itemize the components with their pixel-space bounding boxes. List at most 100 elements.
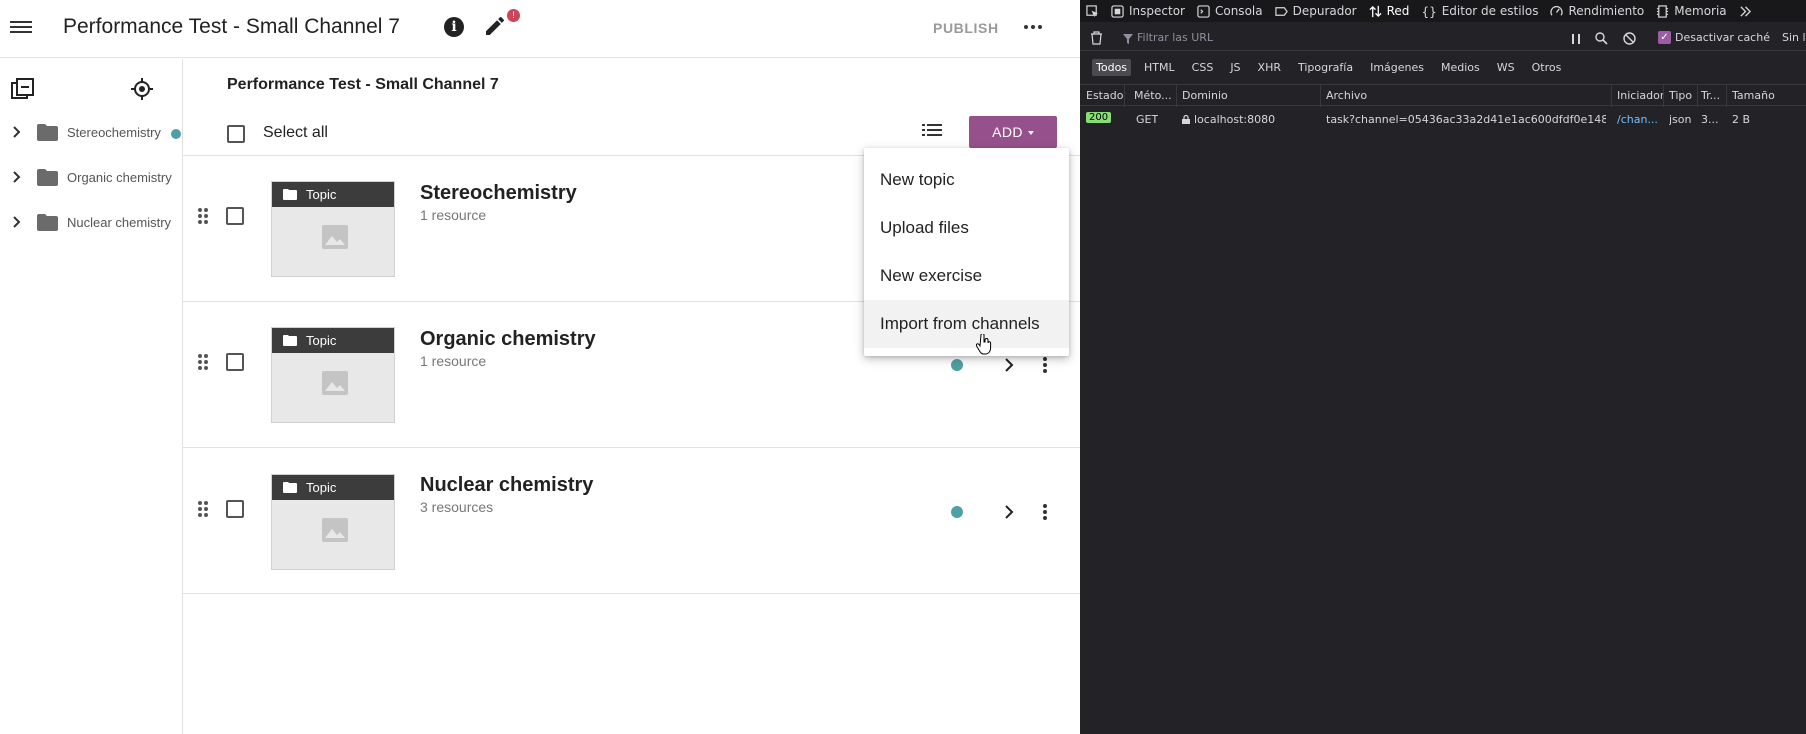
tabs-overflow-button[interactable]	[1733, 0, 1758, 22]
publish-button[interactable]: PUBLISH	[933, 20, 999, 36]
row-checkbox[interactable]	[226, 353, 244, 371]
type-filter-media[interactable]: Medios	[1437, 59, 1484, 76]
chevron-right-icon[interactable]	[11, 171, 23, 183]
col-initiator[interactable]: Iniciador	[1617, 89, 1664, 102]
image-placeholder-icon	[322, 225, 348, 249]
type-filter-all[interactable]: Todos	[1092, 58, 1132, 76]
col-domain[interactable]: Dominio	[1182, 89, 1228, 102]
request-size: 2 B	[1732, 113, 1751, 126]
picker-tab[interactable]	[1080, 0, 1105, 22]
col-type[interactable]: Tipo	[1669, 89, 1692, 102]
sidebar-item-label: Stereochemistry	[67, 125, 161, 140]
tab-memory[interactable]: Memoria	[1650, 0, 1732, 22]
row-more-icon[interactable]	[1043, 357, 1047, 373]
chevron-right-icon[interactable]	[1004, 505, 1014, 519]
edit-badge: !	[507, 9, 520, 22]
topic-thumbnail[interactable]: Topic	[271, 474, 395, 570]
chevron-right-icon[interactable]	[11, 126, 23, 138]
tab-inspector[interactable]: Inspector	[1105, 0, 1191, 22]
checkmark-icon: ✓	[1658, 31, 1671, 44]
locate-icon[interactable]	[130, 77, 154, 101]
request-row[interactable]: 200 GET localhost:8080 task?channel=0543…	[1080, 109, 1806, 129]
type-filter-js[interactable]: JS	[1226, 59, 1244, 76]
row-subtitle: 1 resource	[420, 207, 487, 223]
topic-row[interactable]: Topic Nuclear chemistry 3 resources	[183, 447, 1080, 593]
select-all-label[interactable]: Select all	[263, 124, 328, 142]
menu-item-import-from-channels[interactable]: Import from channels	[864, 300, 1069, 348]
url-filter-input[interactable]: Filtrar las URL	[1137, 31, 1213, 44]
col-size[interactable]: Tamaño	[1732, 89, 1775, 102]
throttling-select[interactable]: Sin li	[1782, 31, 1806, 44]
tab-performance[interactable]: Rendimiento	[1544, 0, 1650, 22]
request-domain: localhost:8080	[1182, 113, 1275, 126]
type-filter-ws[interactable]: WS	[1493, 59, 1519, 76]
thumbnail-kind-bar: Topic	[272, 475, 394, 500]
type-filter-css[interactable]: CSS	[1188, 59, 1218, 76]
drag-handle-icon[interactable]	[198, 208, 208, 224]
tab-style-editor[interactable]: {} Editor de estilos	[1415, 0, 1544, 22]
menu-icon[interactable]	[10, 18, 32, 36]
trash-icon[interactable]	[1090, 31, 1103, 45]
info-icon[interactable]: i	[444, 17, 464, 37]
add-button[interactable]: ADD	[969, 116, 1057, 148]
thumbnail-kind-label: Topic	[306, 333, 337, 348]
drag-handle-icon[interactable]	[198, 354, 208, 370]
collapse-all-icon[interactable]	[11, 78, 35, 100]
menu-item-new-topic[interactable]: New topic	[864, 156, 1069, 204]
double-chevron-right-icon	[1740, 5, 1751, 17]
col-transferred[interactable]: Tr...	[1701, 89, 1720, 102]
devtools-tabs: Inspector Consola Depurador Red {} Edito…	[1080, 0, 1806, 22]
type-filter-xhr[interactable]: XHR	[1254, 59, 1285, 76]
chevron-right-icon[interactable]	[1004, 358, 1014, 372]
row-checkbox[interactable]	[226, 500, 244, 518]
select-all-checkbox[interactable]	[227, 125, 245, 143]
type-filter-fonts[interactable]: Tipografía	[1294, 59, 1357, 76]
type-filter-images[interactable]: Imágenes	[1366, 59, 1428, 76]
tab-network[interactable]: Red	[1363, 0, 1416, 22]
console-icon	[1197, 4, 1210, 18]
menu-item-new-exercise[interactable]: New exercise	[864, 252, 1069, 300]
request-initiator[interactable]: /chan...	[1617, 113, 1661, 126]
thumbnail-kind-bar: Topic	[272, 182, 394, 207]
more-options-icon[interactable]	[1024, 25, 1042, 29]
block-icon[interactable]	[1623, 32, 1636, 45]
style-editor-icon: {}	[1421, 4, 1437, 19]
tab-label: Rendimiento	[1568, 4, 1645, 18]
folder-icon	[37, 169, 58, 186]
request-file: task?channel=05436ac33a2d41e1ac600dfdf0e…	[1326, 113, 1606, 126]
topic-thumbnail[interactable]: Topic	[271, 181, 395, 277]
tab-debugger[interactable]: Depurador	[1269, 0, 1363, 22]
request-domain-text: localhost:8080	[1194, 113, 1276, 126]
type-filter-html[interactable]: HTML	[1140, 59, 1179, 76]
col-method[interactable]: Méto...	[1134, 89, 1174, 102]
add-button-label: ADD	[992, 124, 1023, 140]
col-status[interactable]: Estado	[1086, 89, 1123, 102]
menu-item-upload-files[interactable]: Upload files	[864, 204, 1069, 252]
inspector-icon	[1111, 4, 1124, 18]
chevron-right-icon[interactable]	[11, 216, 23, 228]
list-view-icon[interactable]	[922, 122, 942, 138]
folder-icon	[283, 189, 297, 200]
row-title[interactable]: Organic chemistry	[420, 328, 596, 351]
row-checkbox[interactable]	[226, 207, 244, 225]
debugger-icon	[1274, 6, 1288, 16]
search-icon[interactable]	[1595, 32, 1608, 45]
tab-console[interactable]: Consola	[1191, 0, 1269, 22]
sidebar-item-stereochemistry[interactable]: Stereochemistry	[0, 118, 183, 148]
thumbnail-kind-label: Topic	[306, 480, 337, 495]
col-file[interactable]: Archivo	[1326, 89, 1367, 102]
row-title[interactable]: Stereochemistry	[420, 182, 577, 205]
sidebar-item-nuclear-chemistry[interactable]: Nuclear chemistry	[0, 208, 183, 238]
drag-handle-icon[interactable]	[198, 501, 208, 517]
sidebar-item-organic-chemistry[interactable]: Organic chemistry	[0, 163, 183, 193]
type-filter-other[interactable]: Otros	[1528, 59, 1566, 76]
row-title[interactable]: Nuclear chemistry	[420, 474, 593, 497]
folder-icon	[283, 335, 297, 346]
topic-thumbnail[interactable]: Topic	[271, 327, 395, 423]
pause-icon[interactable]	[1571, 33, 1581, 45]
request-type: json	[1669, 113, 1692, 126]
disable-cache-toggle[interactable]: ✓ Desactivar caché	[1658, 31, 1770, 44]
element-picker-icon	[1086, 4, 1099, 17]
edit-pencil-icon[interactable]	[483, 14, 507, 38]
row-more-icon[interactable]	[1043, 504, 1047, 520]
